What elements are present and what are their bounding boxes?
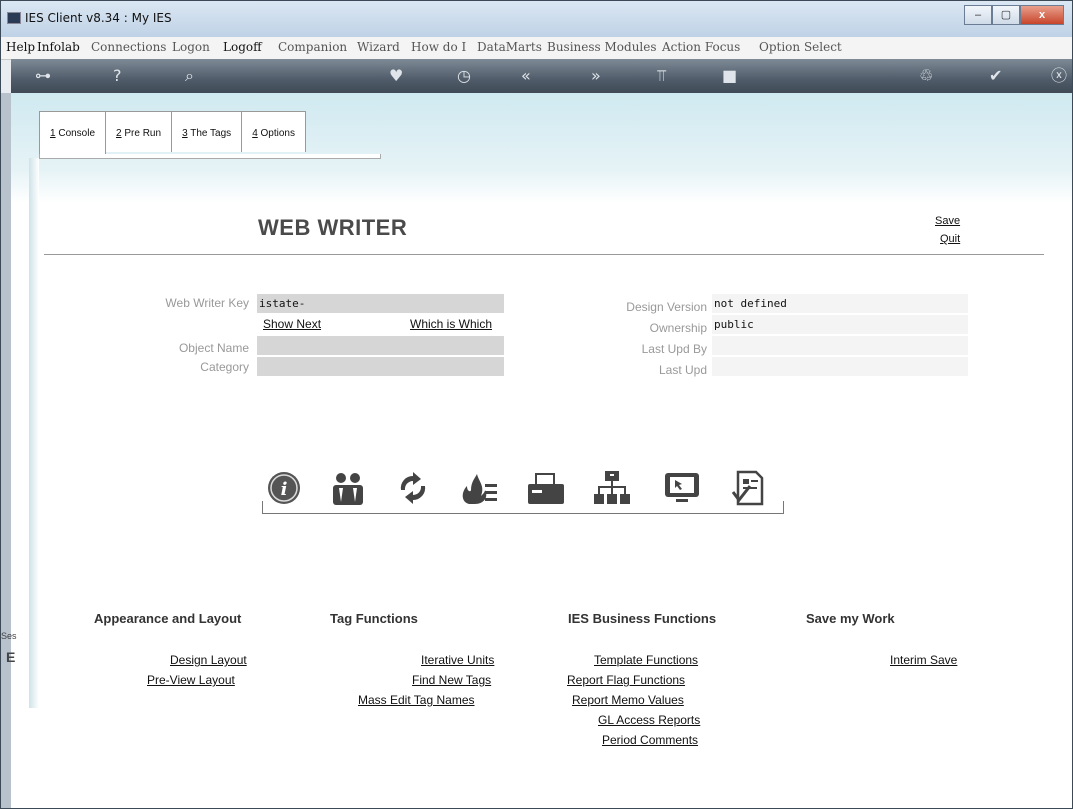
- report-flag-functions-link[interactable]: Report Flag Functions: [567, 673, 685, 687]
- app-window: IES Client v8.34 : My IES – ▢ x Help Inf…: [0, 0, 1073, 809]
- design-version-label: Design Version: [626, 300, 707, 314]
- menu-help[interactable]: Help: [6, 40, 35, 54]
- category-label: Category: [200, 360, 249, 374]
- tab-strip: 1 Console 2 Pre Run 3 The Tags 4 Options: [39, 111, 306, 155]
- forward-icon[interactable]: »: [591, 67, 601, 85]
- template-functions-link[interactable]: Template Functions: [594, 653, 698, 667]
- web-writer-key-input[interactable]: istate-: [257, 294, 504, 313]
- menu-logoff[interactable]: Logoff: [223, 40, 262, 54]
- menu-wizard[interactable]: Wizard: [357, 40, 400, 54]
- window-title: IES Client v8.34 : My IES: [25, 11, 172, 25]
- minimize-button[interactable]: –: [964, 5, 992, 25]
- menu-business-modules[interactable]: Business Modules: [547, 40, 657, 54]
- section-tag-functions-title: Tag Functions: [330, 611, 418, 626]
- close-button[interactable]: x: [1020, 5, 1064, 25]
- help-icon[interactable]: ?: [113, 67, 122, 85]
- report-memo-values-link[interactable]: Report Memo Values: [572, 693, 684, 707]
- quit-link[interactable]: Quit: [940, 233, 960, 245]
- left-border: [1, 93, 11, 808]
- toolbar: ⊶ ? ⌕ ♥ ◷ « » ⫪ ■ ♲ ✔ ⓧ: [11, 59, 1072, 93]
- function-icon-bar: i: [259, 468, 789, 508]
- stop-icon[interactable]: ■: [722, 67, 737, 85]
- ownership-label: Ownership: [649, 321, 707, 335]
- rewind-icon[interactable]: «: [521, 67, 531, 85]
- users-icon[interactable]: [328, 468, 368, 508]
- which-is-which-link[interactable]: Which is Which: [410, 317, 492, 331]
- object-name-input[interactable]: [257, 336, 504, 355]
- menu-option-select[interactable]: Option Select: [759, 40, 842, 54]
- tab-underline: [39, 154, 381, 159]
- menu-companion[interactable]: Companion: [278, 40, 347, 54]
- menu-bar: Help Infolab Connections Logon Logoff Co…: [1, 37, 1072, 60]
- menu-infolab[interactable]: Infolab: [37, 40, 80, 54]
- ownership-input[interactable]: public: [712, 315, 968, 334]
- tab-options[interactable]: 4 Options: [241, 111, 306, 152]
- last-upd-by-input[interactable]: [712, 336, 968, 355]
- design-version-input[interactable]: not defined: [712, 294, 968, 313]
- header-divider: [44, 254, 1044, 255]
- svg-text:i: i: [281, 479, 288, 500]
- menu-datamarts[interactable]: DataMarts: [477, 40, 542, 54]
- heart-icon[interactable]: ♥: [389, 67, 403, 85]
- page-title: WEB WRITER: [258, 215, 408, 240]
- last-upd-label: Last Upd: [658, 363, 707, 377]
- recycle-icon[interactable]: ♲: [919, 67, 933, 85]
- last-upd-input[interactable]: [712, 357, 968, 376]
- title-bar: IES Client v8.34 : My IES – ▢ x: [1, 1, 1072, 37]
- iterative-units-link[interactable]: Iterative Units: [421, 653, 494, 667]
- last-upd-by-label: Last Upd By: [641, 342, 707, 356]
- hierarchy-icon[interactable]: [592, 468, 632, 508]
- info-icon[interactable]: i: [264, 468, 304, 508]
- gl-access-reports-link[interactable]: GL Access Reports: [598, 713, 700, 727]
- checklist-icon[interactable]: [730, 468, 770, 508]
- search-icon[interactable]: ⌕: [185, 67, 194, 85]
- app-icon: [7, 12, 21, 24]
- tab-pre-run[interactable]: 2 Pre Run: [105, 111, 173, 152]
- web-writer-key-label: Web Writer Key: [165, 296, 249, 310]
- maximize-button[interactable]: ▢: [992, 5, 1020, 25]
- refresh-icon[interactable]: [393, 468, 433, 508]
- show-next-link[interactable]: Show Next: [263, 317, 321, 331]
- period-comments-link[interactable]: Period Comments: [602, 733, 698, 747]
- find-new-tags-link[interactable]: Find New Tags: [412, 673, 491, 687]
- tab-the-tags[interactable]: 3 The Tags: [171, 111, 243, 152]
- menu-connections[interactable]: Connections: [91, 40, 166, 54]
- mass-edit-tag-names-link[interactable]: Mass Edit Tag Names: [358, 693, 475, 707]
- folder-print-icon[interactable]: [526, 468, 566, 508]
- preview-layout-link[interactable]: Pre-View Layout: [147, 673, 235, 687]
- tab-console[interactable]: 1 Console: [39, 111, 107, 155]
- design-layout-link[interactable]: Design Layout: [170, 653, 247, 667]
- clock-icon[interactable]: ◷: [457, 67, 471, 85]
- screen-icon[interactable]: [662, 468, 702, 508]
- save-link[interactable]: Save: [935, 215, 960, 227]
- tools-icon[interactable]: ⫪: [657, 67, 666, 85]
- menu-how-do-i[interactable]: How do I: [411, 40, 466, 54]
- section-appearance-title: Appearance and Layout: [94, 611, 242, 626]
- object-name-label: Object Name: [178, 341, 249, 355]
- section-business-title: IES Business Functions: [568, 611, 717, 626]
- section-save-work-title: Save my Work: [806, 611, 895, 626]
- session-indicator: Ses E: [1, 631, 17, 665]
- close-icon[interactable]: ⓧ: [1051, 67, 1067, 85]
- menu-logon[interactable]: Logon: [172, 40, 210, 54]
- menu-action-focus[interactable]: Action Focus: [662, 40, 740, 54]
- interim-save-link[interactable]: Interim Save: [890, 653, 957, 667]
- side-stripe: [29, 158, 39, 708]
- category-input[interactable]: [257, 357, 504, 376]
- fire-list-icon[interactable]: [459, 468, 499, 508]
- check-icon[interactable]: ✔: [989, 67, 1002, 85]
- key-icon[interactable]: ⊶: [35, 67, 51, 85]
- main-panel: 1 Console 2 Pre Run 3 The Tags 4 Options…: [11, 93, 1072, 808]
